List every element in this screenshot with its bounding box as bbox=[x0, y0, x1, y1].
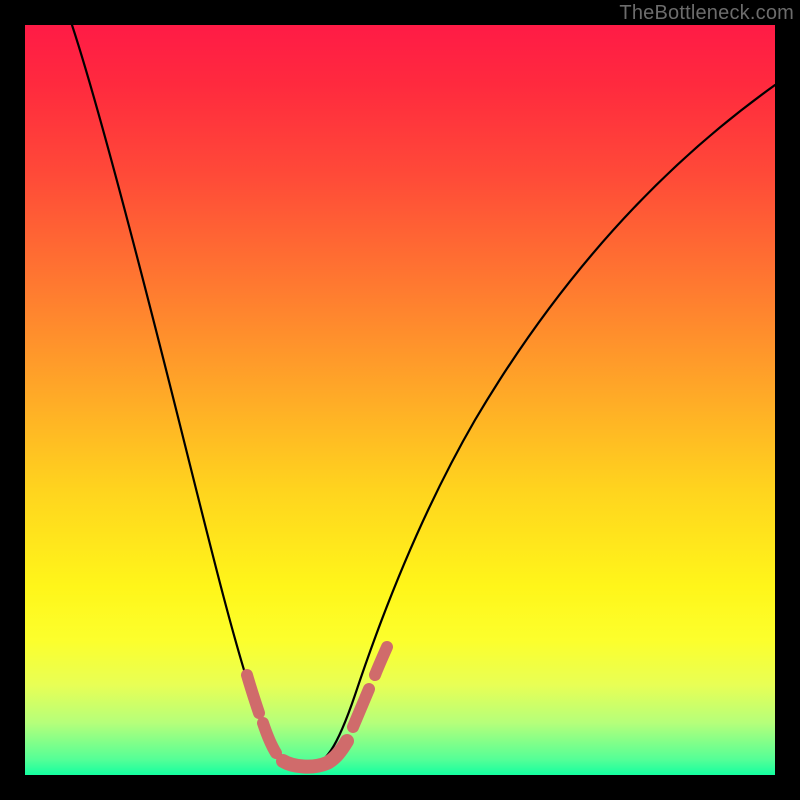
bottleneck-curve bbox=[25, 25, 775, 775]
bead-valley bbox=[283, 741, 347, 767]
plot-area bbox=[25, 25, 775, 775]
watermark-text: TheBottleneck.com bbox=[619, 2, 794, 25]
bead-right-upper bbox=[375, 647, 387, 675]
curve-path bbox=[72, 25, 775, 767]
bead-left-lower bbox=[263, 723, 276, 753]
bead-left-upper bbox=[247, 675, 259, 713]
